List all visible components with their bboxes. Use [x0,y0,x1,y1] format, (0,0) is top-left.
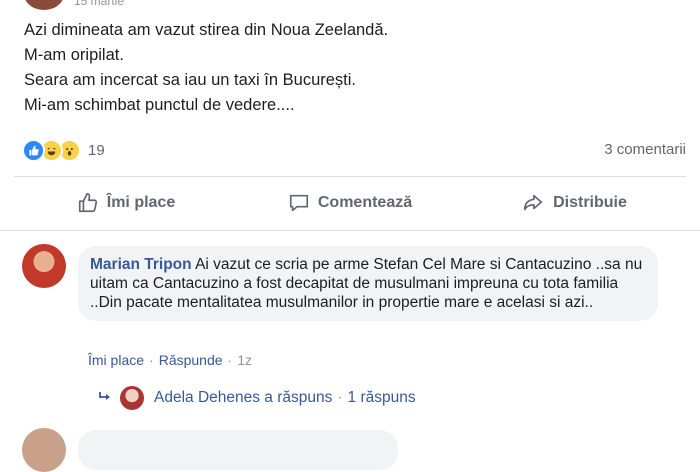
reply-arrow-icon [98,390,112,406]
comment-icon [289,194,308,212]
post-line: Mi-am schimbat punctul de vedere.... [24,96,295,114]
comment-bubble: Marian Tripon Ai vazut ce scria pe arme … [78,246,658,321]
comment-time[interactable]: 1z [237,352,252,368]
reply-summary-text: Adela Dehenes a răspuns [154,389,333,406]
post-author-avatar[interactable] [24,0,64,10]
post-line: Seara am incercat sa iau un taxi în Bucu… [24,71,356,89]
next-comment-avatar[interactable] [22,428,66,472]
divider [14,176,686,177]
like-button-label: Îmi place [106,194,176,211]
comment-button-label: Comentează [317,194,413,211]
view-replies-link[interactable]: Adela Dehenes a răspuns · 1 răspuns [98,386,416,410]
comment-reply-link[interactable]: Răspunde [159,352,223,368]
comment-like-link[interactable]: Îmi place [88,352,144,368]
comment-button[interactable]: Comentează [238,184,462,222]
share-button[interactable]: Distribuie [462,184,686,222]
reaction-count[interactable]: 19 [88,142,105,159]
comment-actions: Îmi place · Răspunde · 1z [88,352,252,368]
post-timestamp[interactable]: 15 martie [74,0,124,8]
comment-count-link[interactable]: 3 comentarii [604,141,686,158]
separator-dot: · [227,352,233,368]
reactions-summary[interactable]: 19 [22,138,105,162]
divider [0,230,700,231]
reply-author-avatar [120,386,144,410]
post-line: M-am oripilat. [24,46,124,64]
thumbs-up-icon [78,193,97,213]
reply-count: 1 răspuns [347,389,416,406]
share-icon [524,194,543,211]
post-text: Azi dimineata am vazut stirea din Noua Z… [24,18,674,118]
next-comment-bubble [78,430,398,470]
comment-author-name[interactable]: Marian Tripon [90,256,192,273]
post-actions: Îmi place Comentează Distribuie [14,184,686,222]
comment-author-avatar[interactable] [22,244,66,288]
post-line: Azi dimineata am vazut stirea din Noua Z… [24,21,389,39]
like-icon [22,138,45,162]
separator-dot: · [149,352,154,368]
separator-dot: · [337,389,343,406]
share-button-label: Distribuie [553,194,627,211]
like-button[interactable]: Îmi place [14,184,238,222]
